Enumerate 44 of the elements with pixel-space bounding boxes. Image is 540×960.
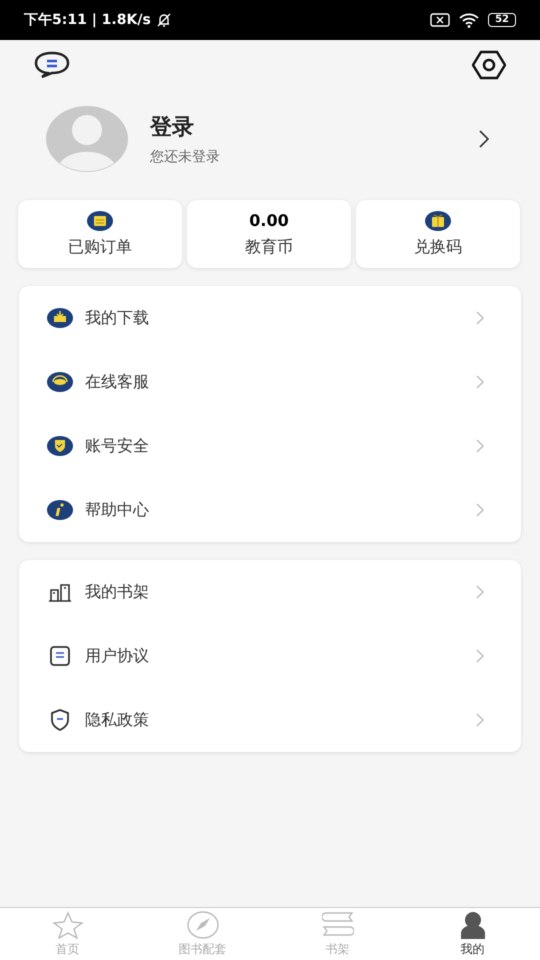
status-time: 下午5:11 | 1.8K/s — [24, 11, 151, 29]
coin-balance: 0.00 — [249, 210, 289, 230]
tab[interactable]: 我的 — [405, 908, 540, 960]
sim-icon — [430, 13, 450, 27]
stat-card[interactable]: 兑换码 — [356, 200, 520, 268]
download-icon — [47, 308, 73, 328]
menu-item[interactable]: 我的下载 — [19, 286, 521, 350]
star-icon — [52, 910, 84, 938]
document-icon — [49, 646, 71, 666]
wifi-icon — [458, 12, 480, 28]
menu-item[interactable]: 用户协议 — [19, 624, 521, 688]
battery-icon: 52 — [488, 13, 516, 27]
chat-icon[interactable] — [34, 51, 70, 79]
settings-icon[interactable] — [472, 50, 506, 80]
chevron-right-icon — [476, 439, 485, 453]
chevron-right-icon — [476, 311, 485, 325]
stat-label: 教育币 — [245, 236, 293, 258]
stat-card[interactable]: 已购订单 — [18, 200, 182, 268]
menu-item[interactable]: 我的书架 — [19, 560, 521, 624]
login-subtitle: 您还未登录 — [150, 148, 220, 166]
shield-icon — [49, 709, 71, 731]
shield-icon — [47, 436, 73, 456]
chevron-right-icon — [476, 649, 485, 663]
info-icon — [47, 500, 73, 520]
menu-item[interactable]: 在线客服 — [19, 350, 521, 414]
stat-label: 兑换码 — [414, 236, 462, 258]
chevron-right-icon[interactable] — [478, 129, 490, 149]
menu-item[interactable]: 隐私政策 — [19, 688, 521, 752]
menu-item[interactable]: 账号安全 — [19, 414, 521, 478]
chevron-right-icon — [476, 585, 485, 599]
menu-item[interactable]: 帮助中心 — [19, 478, 521, 542]
headset-icon — [47, 372, 73, 392]
bookshelf-icon — [322, 910, 354, 938]
stat-label: 已购订单 — [68, 236, 132, 258]
bell-muted-icon — [156, 12, 172, 28]
stat-card[interactable]: 0.00 教育币 — [187, 200, 351, 268]
chevron-right-icon — [476, 503, 485, 517]
order-icon — [87, 210, 113, 230]
chevron-right-icon — [476, 713, 485, 727]
compass-icon — [186, 910, 218, 938]
bookshelf-icon — [48, 582, 72, 602]
gift-icon — [425, 210, 451, 230]
login-title[interactable]: 登录 — [150, 112, 220, 142]
chevron-right-icon — [476, 375, 485, 389]
